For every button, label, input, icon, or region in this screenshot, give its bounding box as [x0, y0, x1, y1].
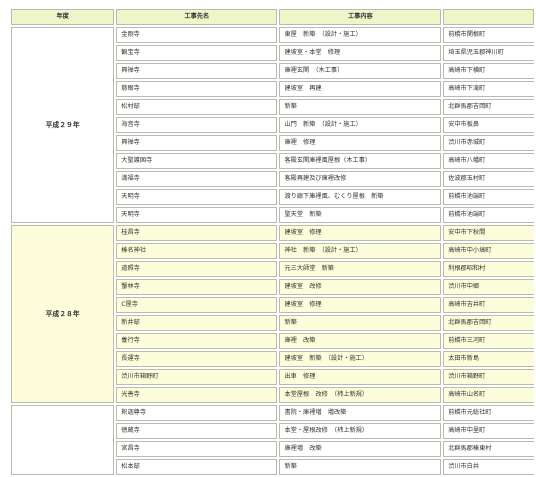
- year-cell: 平成２９年: [11, 27, 115, 223]
- header-year: 年度: [11, 9, 115, 25]
- client-cell: 観宝寺: [116, 45, 278, 61]
- content-cell: 新築: [279, 459, 442, 475]
- location-cell: 埼玉県児玉郡神川町: [443, 45, 534, 61]
- content-cell: 神社 新築 （設計・施工）: [279, 243, 442, 259]
- content-cell: 書院・庫裡増 増改築: [279, 405, 442, 421]
- location-cell: 前橋市関根町: [443, 27, 534, 43]
- content-cell: 庫裡 改築: [279, 333, 442, 349]
- content-cell: 東屋 新築 （設計・施工）: [279, 27, 442, 43]
- location-cell: 安中市下秋間: [443, 225, 534, 241]
- client-cell: 桂昌寺: [116, 225, 278, 241]
- content-cell: 建坡室・本堂 修理: [279, 45, 442, 61]
- client-cell: 榛名神社: [116, 243, 278, 259]
- content-cell: 山門 新築 （設計・施工）: [279, 117, 442, 133]
- content-cell: 渡り廊下庫裡風、むくり屋根 新築: [279, 189, 442, 205]
- client-cell: 釈迦尊寺: [116, 405, 278, 421]
- year-cell: 平成２８年: [11, 225, 115, 403]
- location-cell: 前橋市池端町: [443, 189, 534, 205]
- table-row: 平成２９年 金剛寺 東屋 新築 （設計・施工） 前橋市関根町: [11, 27, 534, 223]
- content-cell: 本堂・屋根改修 （杮上新規）: [279, 423, 442, 439]
- location-cell: 渋川市赤城町: [443, 135, 534, 151]
- location-cell: 高崎市八幡町: [443, 153, 534, 169]
- location-cell: 渋川市中郷: [443, 279, 534, 295]
- client-cell: 興禅寺: [116, 63, 278, 79]
- location-cell: 高崎市下横町: [443, 63, 534, 79]
- client-cell: 天明寺: [116, 189, 278, 205]
- table-row: 釈迦尊寺 書院・庫裡増 増改築 前橋市元総社町: [11, 405, 534, 475]
- location-cell: 渋川市箱野町: [443, 369, 534, 385]
- content-cell: 建坡室 再建: [279, 81, 442, 97]
- location-cell: 高崎市山名町: [443, 387, 534, 403]
- location-cell: 高崎市吉井町: [443, 297, 534, 313]
- client-cell: 金剛寺: [116, 27, 278, 43]
- content-cell: 庫裡 修理: [279, 135, 442, 151]
- content-cell: 聖天堂 新築: [279, 207, 442, 223]
- content-cell: 本堂屋根 改修 （杮上新規）: [279, 387, 442, 403]
- location-cell: 安中市板鼻: [443, 117, 534, 133]
- client-cell: 新井邸: [116, 315, 278, 331]
- client-cell: C屋寺: [116, 297, 278, 313]
- location-cell: 前橋市三河町: [443, 333, 534, 349]
- client-cell: 興禅寺: [116, 135, 278, 151]
- location-cell: 佐波郡玉村町: [443, 171, 534, 187]
- location-cell: 前橋市池端町: [443, 207, 534, 223]
- content-cell: 新築: [279, 315, 442, 331]
- year-cell: [11, 405, 115, 475]
- location-cell: 北群馬郡吉岡町: [443, 315, 534, 331]
- client-cell: 光善寺: [116, 387, 278, 403]
- location-cell: 北群馬郡榛東村: [443, 441, 534, 457]
- content-cell: 建坡室 改修: [279, 279, 442, 295]
- client-cell: 徳蔵寺: [116, 423, 278, 439]
- header-content: 工事内容: [279, 9, 442, 25]
- location-cell: 太田市新島: [443, 351, 534, 367]
- client-cell: 満福寺: [116, 171, 278, 187]
- content-cell: 新築: [279, 99, 442, 115]
- content-cell: 客殿玄関庫裡風屋根（木工事）: [279, 153, 442, 169]
- content-cell: 客殿再建及び庫裡改修: [279, 171, 442, 187]
- location-cell: 高崎市中小塙町: [443, 243, 534, 259]
- content-cell: 建坡室 修理: [279, 225, 442, 241]
- client-cell: 松本邸: [116, 459, 278, 475]
- client-cell: 宮昌寺: [116, 441, 278, 457]
- client-cell: 慈眼寺: [116, 81, 278, 97]
- client-cell: 蟹林寺: [116, 279, 278, 295]
- client-cell: 天明寺: [116, 207, 278, 223]
- content-cell: 元三大師堂 新築: [279, 261, 442, 277]
- client-cell: 養行寺: [116, 333, 278, 349]
- location-cell: 渋川市白井: [443, 459, 534, 475]
- location-cell: 高崎市下滝町: [443, 81, 534, 97]
- location-cell: 高崎市中里町: [443, 423, 534, 439]
- header-location: [443, 9, 534, 25]
- client-cell: 渋川市箱野町: [116, 369, 278, 385]
- table-row: 平成２８年 桂昌寺 建坡室 修理 安中市下秋間: [11, 225, 534, 403]
- location-cell: 前橋市元総社町: [443, 405, 534, 421]
- client-cell: 道照寺: [116, 261, 278, 277]
- content-cell: 庫裡増 改築: [279, 441, 442, 457]
- location-cell: 北群馬郡吉岡町: [443, 99, 534, 115]
- table-header-row: 年度 工事先名 工事内容: [11, 9, 534, 25]
- client-cell: 長運寺: [116, 351, 278, 367]
- client-cell: 海音寺: [116, 117, 278, 133]
- client-cell: 松村邸: [116, 99, 278, 115]
- content-cell: 出車 修理: [279, 369, 442, 385]
- header-client: 工事先名: [116, 9, 278, 25]
- content-cell: 庫裡玄関 （木工事）: [279, 63, 442, 79]
- content-cell: 建坡室 新築 （設計・施工）: [279, 351, 442, 367]
- content-cell: 建坡室 修理: [279, 297, 442, 313]
- location-cell: 利根郡昭和村: [443, 261, 534, 277]
- client-cell: 大聖護国寺: [116, 153, 278, 169]
- works-table: 年度 工事先名 工事内容 平成２９年 金剛寺 東屋 新築 （設計・施工） 前橋市関根町…: [9, 7, 536, 477]
